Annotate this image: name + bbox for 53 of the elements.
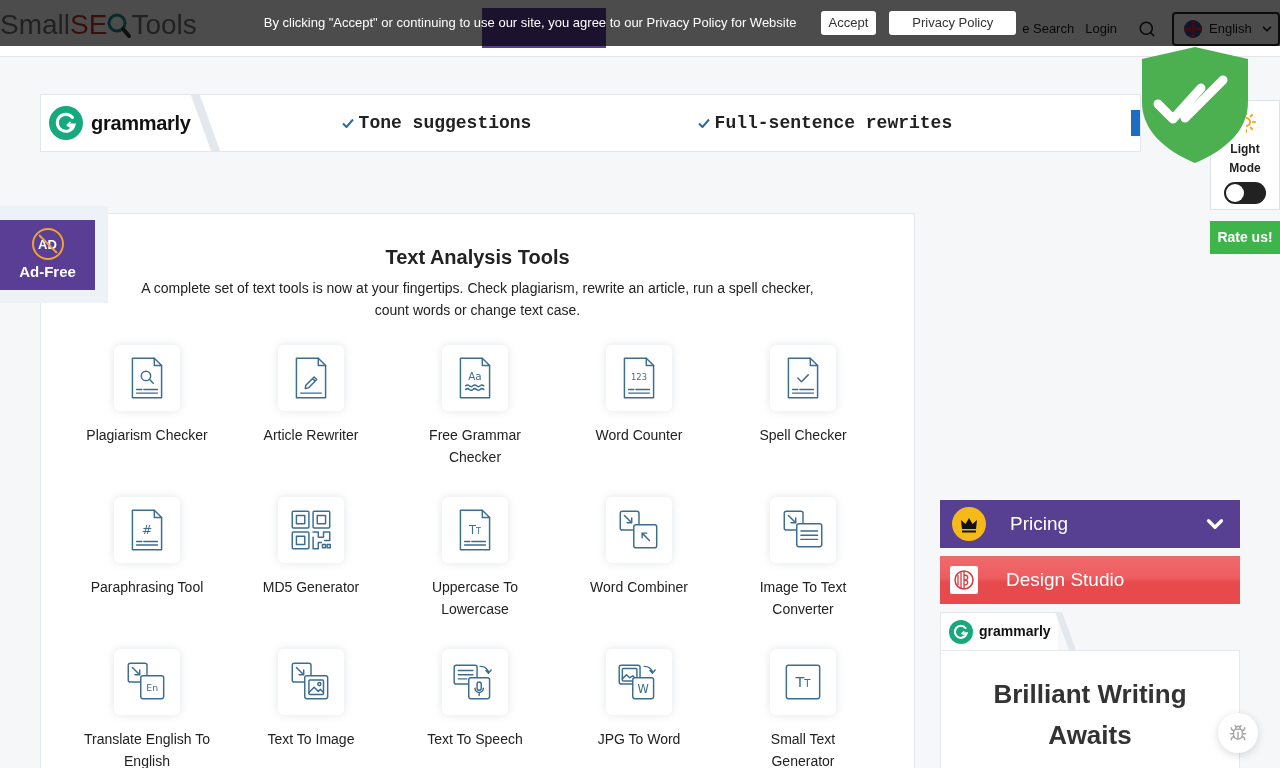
qr-code-icon[interactable]	[278, 497, 344, 563]
tool-link[interactable]: Free Grammar Checker	[409, 424, 541, 468]
section-description: A complete set of text tools is now at your fingertips. Check plagiarism, rewrite an article, run a spell checker, count words or change text case.	[140, 279, 815, 320]
grammarly-logo-icon	[49, 106, 83, 140]
design-studio-button[interactable]: Design Studio	[940, 556, 1240, 604]
tool-link[interactable]: Plagiarism Checker	[86, 424, 208, 446]
privacy-policy-button[interactable]: Privacy Policy	[889, 11, 1017, 35]
tool-link[interactable]: Article Rewriter	[263, 424, 359, 446]
overlapping-squares-arrows-icon[interactable]	[606, 497, 672, 563]
crown-icon	[952, 507, 986, 541]
document-numbers-icon[interactable]: 123	[606, 345, 672, 411]
grammarly-ad-card[interactable]: Brilliant Writing Awaits	[940, 650, 1240, 768]
tool-link[interactable]: Uppercase To Lowercase	[409, 576, 541, 620]
document-letters-icon[interactable]: Aa	[442, 345, 508, 411]
tool-link[interactable]: Spell Checker	[759, 424, 847, 446]
theme-toggle[interactable]	[1224, 182, 1266, 204]
tool-link[interactable]: Image To Text Converter	[737, 576, 869, 620]
square-picture-icon[interactable]	[278, 649, 344, 715]
tool-link[interactable]: JPG To Word	[597, 728, 681, 750]
picture-letter-icon[interactable]: W	[606, 649, 672, 715]
tool-link[interactable]: MD5 Generator	[262, 576, 360, 598]
theme-label: Light Mode	[1228, 141, 1262, 177]
document-checkmark-icon[interactable]	[770, 345, 836, 411]
document-pencil-icon[interactable]	[278, 345, 344, 411]
document-magnifier-icon[interactable]	[114, 345, 180, 411]
section-title: Text Analysis Tools	[385, 245, 570, 270]
grammarly-wordmark: grammarly	[91, 111, 191, 136]
text-microphone-icon[interactable]	[442, 649, 508, 715]
checkmark-icon	[341, 118, 354, 128]
tool-link[interactable]: Text To Speech	[427, 728, 523, 750]
letters-square-icon[interactable]: TT	[770, 649, 836, 715]
feature-text: Full-sentence rewrites	[714, 111, 953, 135]
cookie-message: By clicking "Accept" or continuing to use our site, you agree to our Privacy Policy for Website	[263, 14, 797, 33]
accept-button[interactable]: Accept	[820, 11, 877, 35]
square-letters-icon[interactable]: En	[114, 649, 180, 715]
design-studio-logo-icon	[950, 566, 978, 594]
pricing-dropdown[interactable]: Pricing	[940, 500, 1240, 548]
checkmark-icon	[697, 118, 710, 128]
tool-link[interactable]: Word Combiner	[590, 576, 688, 598]
ad-headline: Brilliant Writing Awaits	[992, 678, 1188, 752]
tool-link[interactable]: Small Text Generator	[737, 728, 869, 768]
square-document-icon[interactable]	[770, 497, 836, 563]
grammarly-wordmark: grammarly	[979, 622, 1051, 641]
tool-link[interactable]: Text To Image	[267, 728, 355, 750]
grammarly-banner[interactable]: grammarly Tone suggestions Full-sentence rewrites	[40, 94, 1141, 152]
tool-link[interactable]: Word Counter	[595, 424, 683, 446]
grammarly-ad-tab[interactable]: grammarly	[940, 612, 1058, 650]
grammarly-logo-icon	[949, 619, 973, 644]
tool-link[interactable]: Paraphrasing Tool	[90, 576, 204, 598]
bug-icon	[1229, 724, 1247, 742]
document-hash-icon[interactable]: #	[114, 497, 180, 563]
feature-text: Tone suggestions	[358, 111, 532, 135]
tool-link[interactable]: Translate English To English	[81, 728, 213, 768]
